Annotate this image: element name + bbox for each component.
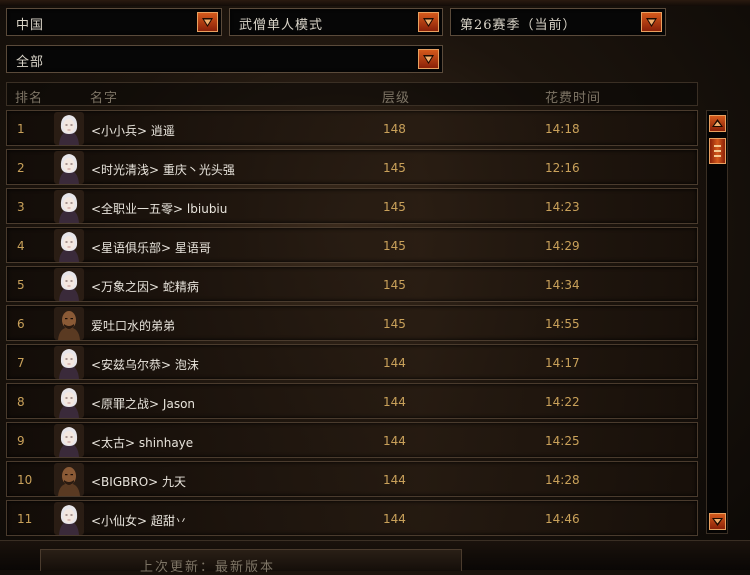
female-monk-portrait[interactable] [54,268,84,301]
female-monk-portrait[interactable] [54,424,84,457]
row-player-name[interactable]: <小仙女> 超甜丷 [91,512,187,529]
row-player-name[interactable]: <全职业一五零> lbiubiu [91,200,227,217]
row-rank: 3 [17,200,25,214]
category-value: 全部 [16,55,45,70]
header-level: 层级 [382,91,411,106]
row-level: 144 [383,434,406,448]
leaderboard-row[interactable]: 10 <BIGBRO> 九天 144 14:28 [6,461,698,497]
row-level: 144 [383,473,406,487]
row-player-name[interactable]: <万象之因> 蛇精病 [91,278,199,295]
leaderboard-scrollbar[interactable] [706,110,728,534]
category-dropdown-button[interactable] [418,49,439,69]
row-rank: 2 [17,161,25,175]
header-time: 花费时间 [545,91,602,106]
male-monk-portrait[interactable] [54,463,84,496]
row-time: 14:34 [545,278,580,292]
chevron-down-icon [423,18,434,27]
mode-dropdown-button[interactable] [418,12,439,32]
leaderboard-row[interactable]: 3 <全职业一五零> lbiubiu 145 14:23 [6,188,698,224]
season-dropdown-button[interactable] [641,12,662,32]
leaderboard-row[interactable]: 9 <太古> shinhaye 144 14:25 [6,422,698,458]
row-time: 14:18 [545,122,580,136]
row-player-name[interactable]: <安兹乌尔恭> 泡沫 [91,356,199,373]
row-rank: 4 [17,239,25,253]
female-monk-portrait[interactable] [54,346,84,379]
row-rank: 11 [17,512,33,526]
season-dropdown[interactable]: 第26赛季（当前） [450,8,666,36]
last-update-text: 上次更新：最新版本 [140,560,276,575]
region-dropdown[interactable]: 中国 [6,8,222,36]
row-rank: 5 [17,278,25,292]
row-player-name[interactable]: <BIGBRO> 九天 [91,473,186,490]
row-time: 14:17 [545,356,580,370]
chevron-down-icon [646,18,657,27]
leaderboard-row[interactable]: 5 <万象之因> 蛇精病 145 14:34 [6,266,698,302]
scroll-down-button[interactable] [709,513,726,530]
row-time: 14:23 [545,200,580,214]
header-rank: 排名 [15,91,44,106]
arrow-up-icon [712,119,723,127]
row-level: 144 [383,512,406,526]
leaderboard-row[interactable]: 1 <小小兵> 逍遥 148 14:18 [6,110,698,146]
row-player-name[interactable]: <星语俱乐部> 星语哥 [91,239,211,256]
row-rank: 10 [17,473,33,487]
row-time: 14:28 [545,473,580,487]
row-level: 148 [383,122,406,136]
row-time: 14:55 [545,317,580,331]
row-player-name[interactable]: <时光清浅> 重庆丶光头强 [91,161,235,178]
row-player-name[interactable]: <小小兵> 逍遥 [91,122,175,139]
top-ornament [0,0,750,6]
leaderboard-row[interactable]: 6 爱吐口水的弟弟 145 14:55 [6,305,698,341]
mode-dropdown[interactable]: 武僧单人模式 [229,8,443,36]
female-monk-portrait[interactable] [54,229,84,262]
leaderboard-header: 排名 名字 层级 花费时间 [6,82,698,106]
row-level: 145 [383,239,406,253]
chevron-down-icon [202,18,213,27]
row-level: 145 [383,278,406,292]
row-level: 144 [383,356,406,370]
region-value: 中国 [16,18,45,33]
row-level: 145 [383,161,406,175]
leaderboard-row[interactable]: 2 <时光清浅> 重庆丶光头强 145 12:16 [6,149,698,185]
header-name: 名字 [90,91,119,106]
row-rank: 9 [17,434,25,448]
chevron-down-icon [423,55,434,64]
leaderboard-row[interactable]: 8 <原罪之战> Jason 144 14:22 [6,383,698,419]
leaderboard-row[interactable]: 11 <小仙女> 超甜丷 144 14:46 [6,500,698,536]
row-player-name[interactable]: <原罪之战> Jason [91,395,195,412]
row-rank: 1 [17,122,25,136]
female-monk-portrait[interactable] [54,112,84,145]
row-time: 14:25 [545,434,580,448]
row-time: 14:22 [545,395,580,409]
female-monk-portrait[interactable] [54,385,84,418]
leaderboard-row[interactable]: 7 <安兹乌尔恭> 泡沫 144 14:17 [6,344,698,380]
scroll-thumb[interactable] [709,138,726,164]
row-level: 145 [383,200,406,214]
row-rank: 7 [17,356,25,370]
row-time: 14:46 [545,512,580,526]
row-time: 12:16 [545,161,580,175]
row-level: 145 [383,317,406,331]
row-rank: 8 [17,395,25,409]
scroll-up-button[interactable] [709,115,726,132]
mode-value: 武僧单人模式 [239,18,324,33]
female-monk-portrait[interactable] [54,502,84,535]
male-monk-portrait[interactable] [54,307,84,340]
row-player-name[interactable]: 爱吐口水的弟弟 [91,317,175,334]
arrow-down-icon [712,518,723,526]
category-dropdown[interactable]: 全部 [6,45,443,73]
leaderboard-row[interactable]: 4 <星语俱乐部> 星语哥 145 14:29 [6,227,698,263]
row-player-name[interactable]: <太古> shinhaye [91,434,193,451]
row-rank: 6 [17,317,25,331]
season-value: 第26赛季（当前） [460,18,577,33]
row-level: 144 [383,395,406,409]
female-monk-portrait[interactable] [54,151,84,184]
row-time: 14:29 [545,239,580,253]
footer: 上次更新：最新版本 [0,540,750,575]
female-monk-portrait[interactable] [54,190,84,223]
region-dropdown-button[interactable] [197,12,218,32]
